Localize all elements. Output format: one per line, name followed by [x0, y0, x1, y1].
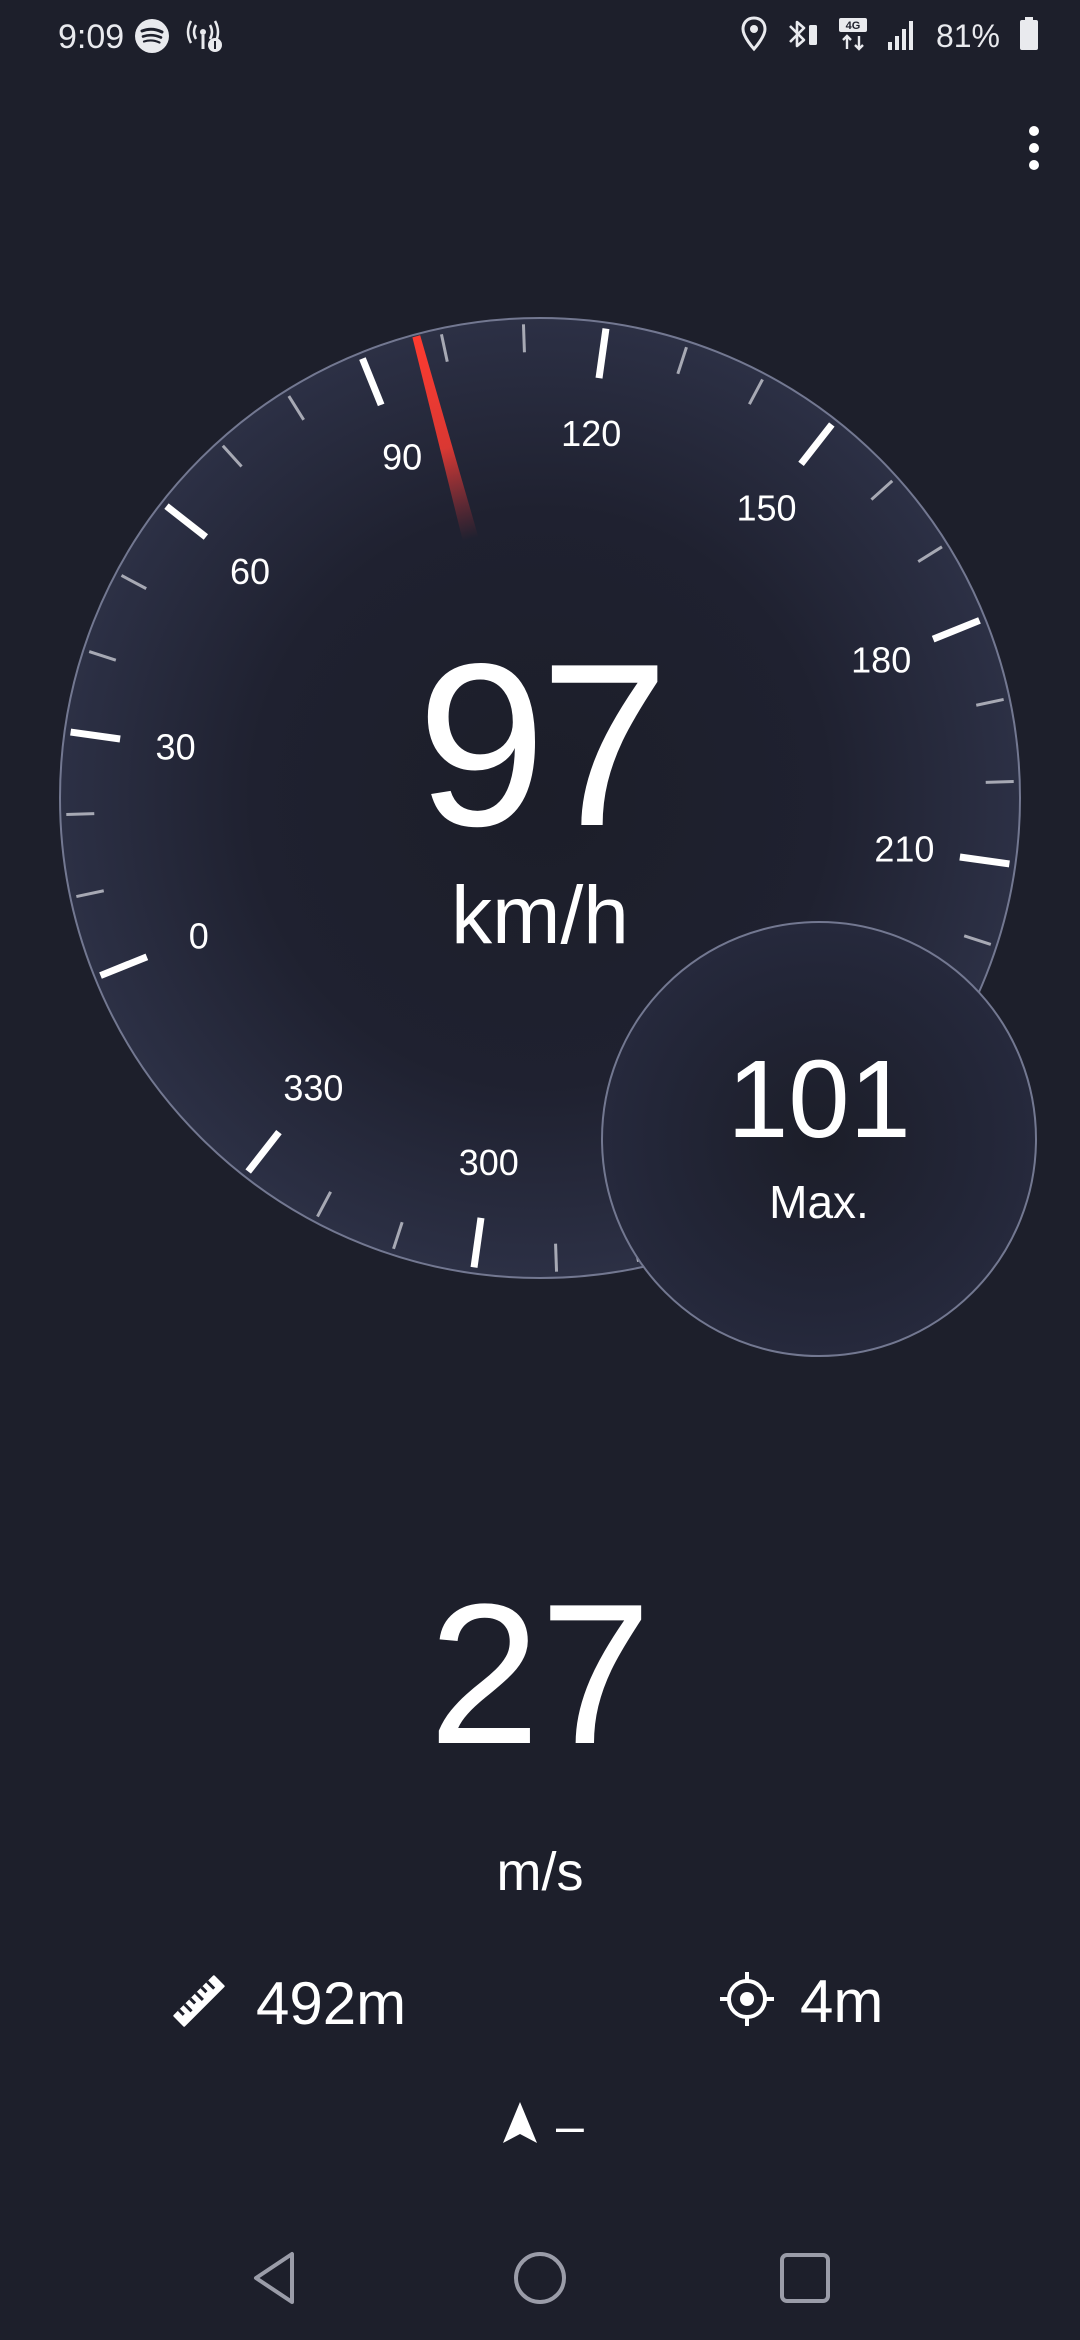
dial-tick-label: 30	[156, 726, 196, 767]
system-nav-bar	[0, 2220, 1080, 2340]
nav-home-button[interactable]	[495, 2235, 585, 2325]
speed-ms-unit: m/s	[496, 1842, 584, 1902]
home-icon	[510, 2248, 570, 2313]
nav-back-button[interactable]	[231, 2235, 321, 2325]
heading-value: –	[556, 2097, 584, 2154]
dial-tick-label: 330	[283, 1067, 343, 1108]
gps-accuracy-stat: 4m	[718, 1970, 883, 2033]
accuracy-value: 4m	[800, 1967, 884, 2035]
nav-recents-button[interactable]	[760, 2235, 850, 2325]
dial-tick-label: 120	[561, 413, 621, 454]
speed-unit: km/h	[451, 870, 629, 961]
recents-icon	[775, 2248, 835, 2313]
max-speed-value: 101	[727, 1038, 911, 1161]
dial-minor-tick	[521, 324, 526, 353]
distance-stat: 492m	[168, 1970, 406, 2037]
dial-tick-label: 300	[459, 1142, 519, 1183]
navigation-arrow-icon	[500, 2100, 540, 2151]
dial-tick-label: 0	[189, 915, 209, 956]
max-speed-panel[interactable]: 101 Max.	[601, 921, 1037, 1357]
back-icon	[246, 2248, 306, 2313]
ruler-icon	[168, 1970, 230, 2037]
speed-ms-value: 27	[428, 1563, 652, 1786]
dial-minor-tick	[554, 1243, 559, 1272]
dial-tick-label: 90	[382, 436, 422, 477]
heading-stat: –	[500, 2100, 584, 2151]
max-speed-label: Max.	[769, 1176, 869, 1228]
dial-tick-label: 210	[874, 829, 934, 870]
dial-tick-label: 180	[851, 640, 911, 681]
current-speed: 97	[416, 616, 669, 875]
dial-minor-tick	[985, 779, 1014, 784]
distance-value: 492m	[256, 1969, 407, 2037]
dial-tick-label: 60	[230, 551, 270, 592]
crosshair-icon	[718, 1970, 776, 2033]
dial-minor-tick	[66, 812, 95, 817]
dial-tick-label: 150	[737, 488, 797, 529]
